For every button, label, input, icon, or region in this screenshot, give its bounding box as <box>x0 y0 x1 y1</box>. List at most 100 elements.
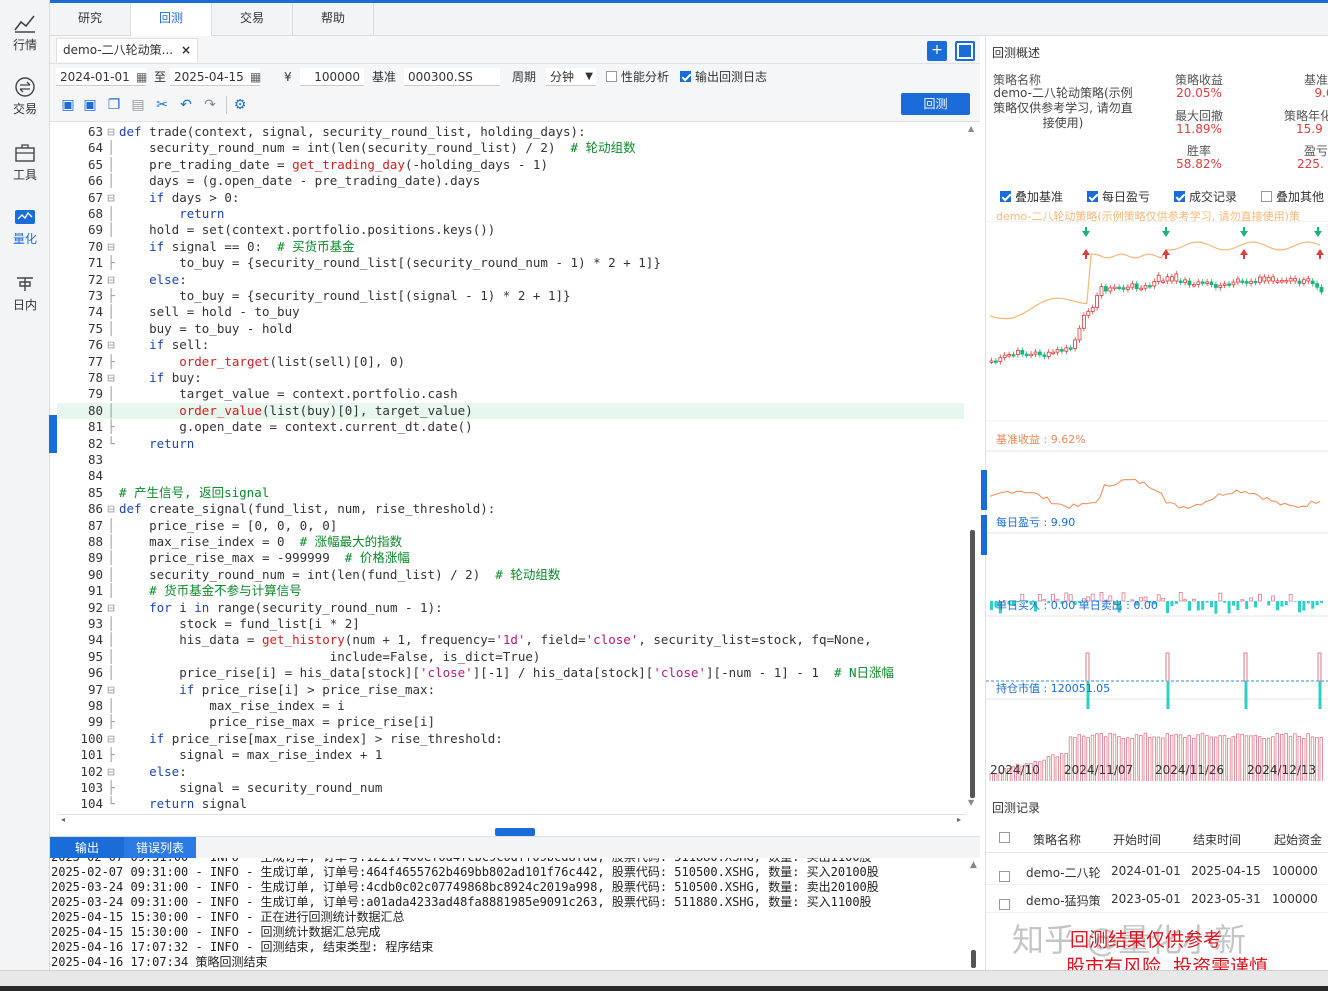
code-line[interactable]: 86 ⊟ def create_signal(fund_list, num, ris… <box>57 501 964 517</box>
log-checkbox[interactable]: 输出回测日志 <box>680 68 767 86</box>
collapse-handle[interactable] <box>49 415 57 453</box>
gear-icon[interactable]: ⚙ <box>232 97 248 113</box>
nav-item-intraday[interactable]: 日内 <box>0 266 50 326</box>
collapse-handle[interactable] <box>981 470 987 510</box>
code-line[interactable]: 81 ├ g.open_date = context.current_dt.dat… <box>57 419 964 435</box>
save-as-icon[interactable]: ▣ <box>82 97 98 113</box>
fold-marker[interactable]: ⊟ <box>103 190 119 206</box>
code-line[interactable]: 93 │ stock = fund_list[i * 2] <box>57 616 964 632</box>
fold-marker[interactable]: │ <box>103 173 119 189</box>
fold-marker[interactable]: │ <box>103 222 119 238</box>
code-line[interactable]: 91 │ # 货币基金不参与计算信号 <box>57 583 964 599</box>
fold-marker[interactable]: │ <box>103 518 119 534</box>
fold-marker[interactable]: │ <box>103 534 119 550</box>
code-line[interactable]: 101 ├ signal = max_rise_index + 1 <box>57 747 964 763</box>
maximize-icon[interactable] <box>955 41 975 61</box>
code-line[interactable]: 66 │ days = (g.open_date - pre_trading_da… <box>57 173 964 189</box>
save-icon[interactable]: ▣ <box>60 97 76 113</box>
nav-item-quant[interactable]: 量化 <box>0 200 50 260</box>
code-line[interactable]: 102 ⊟ else: <box>57 764 964 780</box>
fold-marker[interactable]: │ <box>103 403 119 419</box>
fold-marker[interactable]: │ <box>103 649 119 665</box>
code-line[interactable]: 76 ⊟ if sell: <box>57 337 964 353</box>
collapse-handle[interactable] <box>981 515 987 555</box>
close-icon[interactable]: × <box>181 43 191 57</box>
copy-icon[interactable]: ❐ <box>106 97 122 113</box>
fold-marker[interactable]: │ <box>103 304 119 320</box>
redo-icon[interactable]: ↷ <box>202 97 218 113</box>
fold-marker[interactable]: ⊟ <box>103 682 119 698</box>
table-row[interactable]: demo-猛犸策 2023-05-01 2023-05-31 100000 <box>986 885 1328 913</box>
tab-output[interactable]: 输出 <box>50 837 124 859</box>
tab-help[interactable]: 帮助 <box>293 3 374 36</box>
code-line[interactable]: 74 │ sell = hold - to_buy <box>57 304 964 320</box>
code-line[interactable]: 103 ├ signal = security_round_num <box>57 780 964 796</box>
file-tab[interactable]: demo-二八轮动策... × <box>56 38 199 62</box>
code-line[interactable]: 98 │ max_rise_index = i <box>57 698 964 714</box>
tab-trade[interactable]: 交易 <box>212 3 293 36</box>
calendar-icon[interactable]: ▦ <box>136 68 147 86</box>
console-output[interactable]: 2025-02-07 09:31:00 - INFO - 生成订单, 订单号:1… <box>50 858 980 970</box>
fold-marker[interactable]: │ <box>103 157 119 173</box>
legend-daily-pl[interactable]: 每日盈亏 <box>1087 188 1150 205</box>
editor-scroll-thumb[interactable] <box>970 530 975 798</box>
panel-split-handle[interactable] <box>495 828 535 836</box>
code-line[interactable]: 65 │ pre_trading_date = get_trading_day(-… <box>57 157 964 173</box>
scroll-up-icon[interactable]: ▲ <box>970 860 977 870</box>
fold-marker[interactable]: │ <box>103 698 119 714</box>
add-icon[interactable]: + <box>927 41 947 61</box>
code-line[interactable]: 77 ├ order_target(list(sell)[0], 0) <box>57 354 964 370</box>
code-editor[interactable]: 63 ⊟ def trade(context, signal, security_r… <box>57 122 964 812</box>
fold-marker[interactable]: ├ <box>103 255 119 271</box>
fold-marker[interactable]: │ <box>103 665 119 681</box>
code-line[interactable]: 78 ⊟ if buy: <box>57 370 964 386</box>
scroll-up-icon[interactable]: ▲ <box>968 124 974 133</box>
fold-marker[interactable]: ├ <box>103 419 119 435</box>
fold-marker[interactable]: │ <box>103 206 119 222</box>
scroll-down-icon[interactable]: ▼ <box>968 798 974 807</box>
fold-marker[interactable]: ⊟ <box>103 124 119 140</box>
code-line[interactable]: 72 ⊟ else: <box>57 272 964 288</box>
code-line[interactable]: 75 │ buy = to_buy - hold <box>57 321 964 337</box>
fold-marker[interactable]: └ <box>103 796 119 812</box>
code-line[interactable]: 83 <box>57 452 964 468</box>
code-line[interactable]: 87 │ price_rise = [0, 0, 0, 0] <box>57 518 964 534</box>
perf-checkbox[interactable]: 性能分析 <box>606 68 669 86</box>
fold-marker[interactable]: ├ <box>103 747 119 763</box>
backtest-charts[interactable] <box>986 221 1328 781</box>
fold-marker[interactable]: │ <box>103 632 119 648</box>
code-line[interactable]: 71 ├ to_buy = {security_round_list[(secur… <box>57 255 964 271</box>
end-date-input[interactable]: 2025-04-15 <box>170 68 260 86</box>
fold-marker[interactable]: │ <box>103 616 119 632</box>
code-line[interactable]: 80 │ order_value(list(buy)[0], target_val… <box>57 402 964 420</box>
code-line[interactable]: 64 │ security_round_num = int(len(securit… <box>57 140 964 156</box>
cut-icon[interactable]: ✂ <box>154 97 170 113</box>
fold-marker[interactable]: ├ <box>103 354 119 370</box>
code-line[interactable]: 92 ⊟ for i in range(security_round_num - … <box>57 600 964 616</box>
fold-marker[interactable]: │ <box>103 386 119 402</box>
tab-research[interactable]: 研究 <box>50 3 131 36</box>
period-select[interactable]: 分钟 ▼ <box>546 68 596 86</box>
code-line[interactable]: 82 └ return <box>57 436 964 452</box>
code-line[interactable]: 104 └ return signal <box>57 796 964 812</box>
fold-marker[interactable]: └ <box>103 436 119 452</box>
code-line[interactable]: 70 ⊟ if signal == 0: # 买货币基金 <box>57 239 964 255</box>
fold-marker[interactable]: ├ <box>103 780 119 796</box>
nav-item-tools[interactable]: 工具 <box>0 136 50 196</box>
console-scroll-thumb[interactable] <box>971 950 976 968</box>
code-line[interactable]: 67 ⊟ if days > 0: <box>57 190 964 206</box>
code-line[interactable]: 69 │ hold = set(context.portfolio.positio… <box>57 222 964 238</box>
code-line[interactable]: 90 │ security_round_num = int(len(fund_li… <box>57 567 964 583</box>
fold-marker[interactable]: │ <box>103 550 119 566</box>
code-line[interactable]: 89 │ price_rise_max = -999999 # 价格涨幅 <box>57 550 964 566</box>
fold-marker[interactable]: ⊟ <box>103 764 119 780</box>
code-line[interactable]: 94 │ his_data = get_history(num + 1, freq… <box>57 632 964 648</box>
code-line[interactable]: 88 │ max_rise_index = 0 # 涨幅最大的指数 <box>57 534 964 550</box>
benchmark-input[interactable]: 000300.SS <box>404 68 500 86</box>
scroll-right-icon[interactable]: ▸ <box>957 815 961 824</box>
fold-marker[interactable]: ⊟ <box>103 600 119 616</box>
fold-marker[interactable]: │ <box>103 140 119 156</box>
code-line[interactable]: 68 │ return <box>57 206 964 222</box>
code-line[interactable]: 73 ├ to_buy = {security_round_list[(signa… <box>57 288 964 304</box>
fold-marker[interactable]: ├ <box>103 714 119 730</box>
